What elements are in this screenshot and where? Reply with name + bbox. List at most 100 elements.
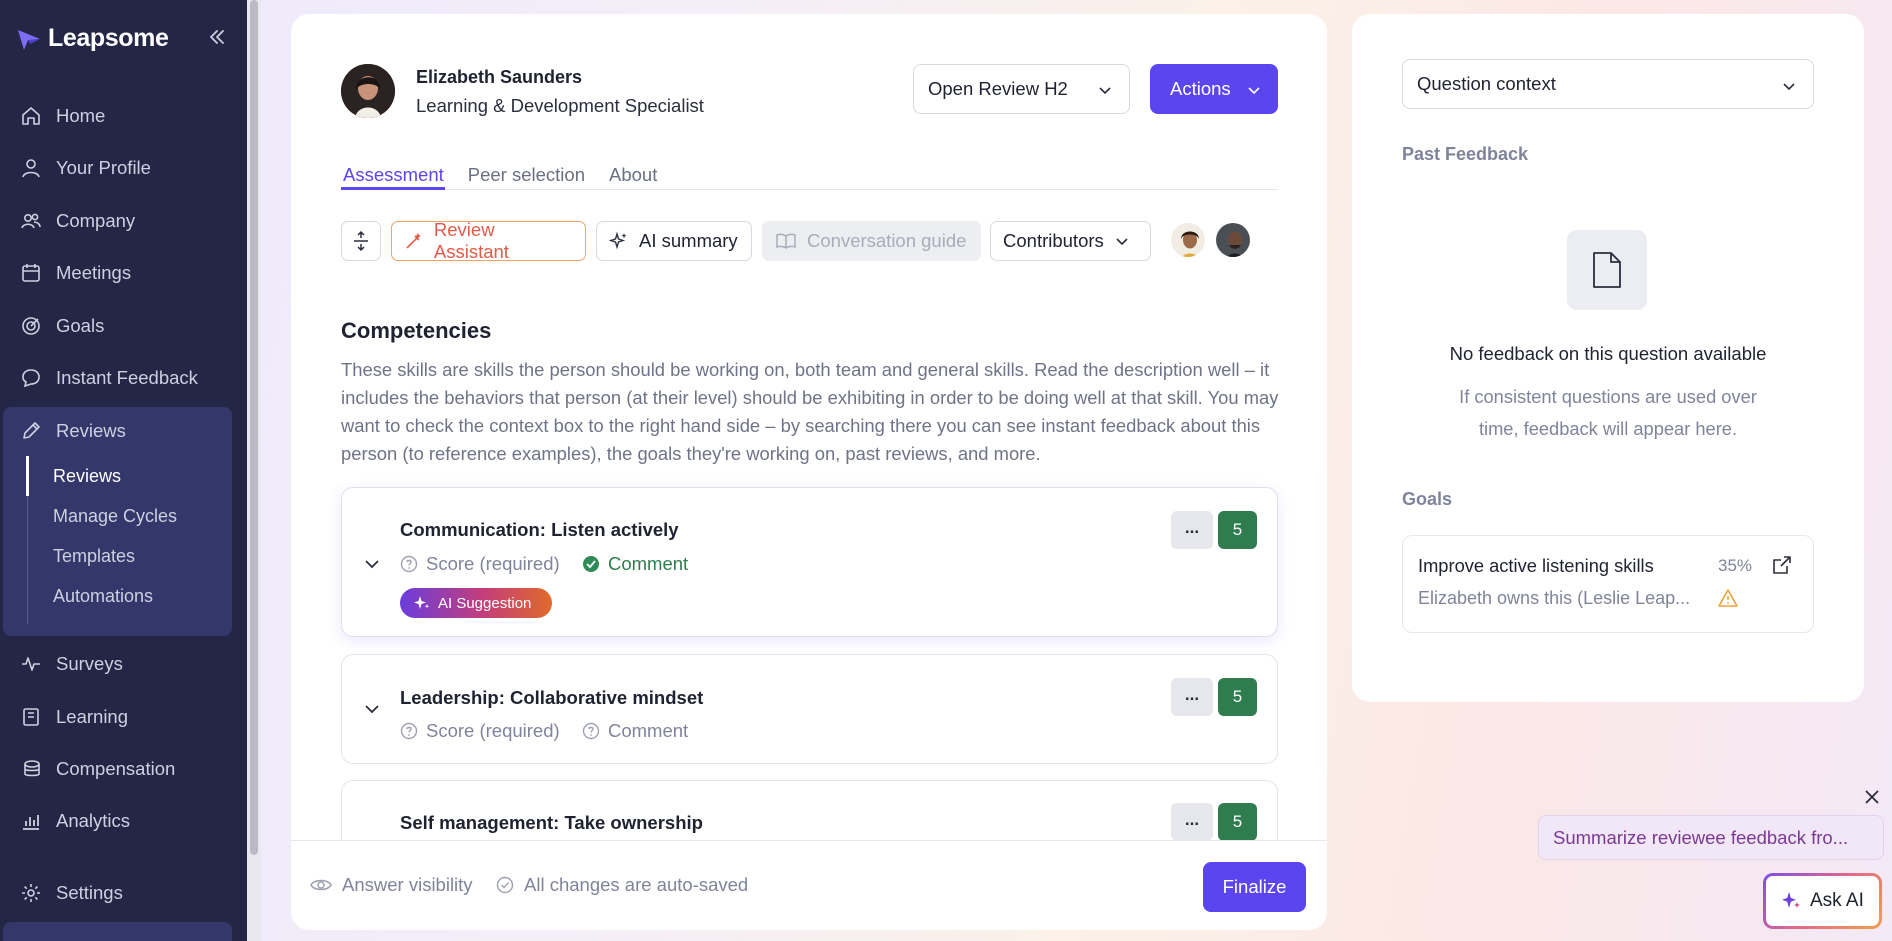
sidebar-item-instant-feedback[interactable]: Instant Feedback [20, 358, 230, 398]
more-options-button[interactable]: ... [1171, 511, 1213, 549]
chevron-down-icon[interactable] [362, 699, 382, 719]
review-footer: Answer visibility All changes are auto-s… [291, 840, 1327, 930]
chevron-down-icon[interactable] [362, 554, 382, 574]
score-badge: 5 [1218, 678, 1257, 716]
brand-name: Leapsome [48, 24, 169, 52]
close-icon[interactable] [1862, 787, 1882, 807]
contributors-label: Contributors [1003, 230, 1104, 251]
sidebar-item-label: Goals [56, 315, 105, 336]
answer-visibility-button[interactable]: Answer visibility [310, 874, 473, 896]
score-status[interactable]: Score (required) [400, 553, 560, 575]
subnav-item-manage-cycles[interactable]: Manage Cycles [53, 506, 177, 527]
book-icon [23, 708, 39, 726]
sidebar-item-label: Compensation [56, 758, 176, 779]
sidebar-item-meetings[interactable]: Meetings [20, 253, 230, 293]
check-circle-icon [583, 556, 599, 572]
sidebar-item-company[interactable]: Company [20, 201, 230, 241]
sidebar-item-settings[interactable]: Settings [20, 873, 230, 913]
comment-status[interactable]: Comment [582, 720, 688, 742]
score-label: Score (required) [426, 720, 560, 741]
sidebar: Leapsome Home Your Profile Company Meeti… [0, 0, 247, 941]
sidebar-item-learning[interactable]: Learning [20, 697, 230, 737]
sidebar-item-surveys[interactable]: Surveys [20, 644, 230, 684]
score-badge: 5 [1218, 511, 1257, 549]
sidebar-item-label: Home [56, 105, 106, 126]
competency-card[interactable]: Leadership: Collaborative mindset Score … [341, 654, 1278, 764]
chart-icon [23, 815, 39, 830]
tabs-divider [341, 189, 1278, 190]
user-icon [22, 159, 40, 178]
tab-peer-selection[interactable]: Peer selection [468, 164, 585, 186]
users-icon [21, 213, 41, 229]
tab-about[interactable]: About [609, 164, 657, 186]
context-panel: Question context Past Feedback No feedba… [1352, 14, 1864, 702]
subnav-active-indicator [26, 456, 29, 496]
empty-state-title: No feedback on this question available [1449, 343, 1767, 364]
person-name: Elizabeth Saunders [416, 67, 583, 87]
contributor-avatar[interactable] [1169, 221, 1207, 259]
review-assistant-button[interactable]: Review Assistant [391, 219, 586, 262]
calendar-icon [22, 264, 40, 282]
sidebar-item-your-profile[interactable]: Your Profile [20, 148, 230, 188]
check-circle-outline-icon [496, 876, 514, 894]
ai-suggestion-badge[interactable]: AI Suggestion [400, 588, 552, 618]
ai-summary-label: AI summary [639, 230, 738, 251]
warning-icon [1718, 589, 1738, 607]
external-link-icon[interactable] [1771, 554, 1793, 576]
actions-label: Actions [1170, 78, 1231, 99]
avatar [341, 64, 395, 118]
tab-assessment[interactable]: Assessment [343, 164, 444, 186]
goal-card[interactable]: Improve active listening skills 35% Eliz… [1402, 535, 1814, 633]
question-circle-icon [400, 722, 418, 740]
magic-wand-icon [406, 233, 421, 249]
subnav-item-templates[interactable]: Templates [53, 546, 135, 567]
comment-status[interactable]: Comment [582, 553, 688, 575]
subnav-item-reviews[interactable]: Reviews [53, 466, 121, 487]
sidebar-scrollbar[interactable] [247, 0, 261, 941]
section-description: These skills are skills the person shoul… [341, 359, 1279, 464]
autosave-label: All changes are auto-saved [524, 874, 749, 895]
empty-state-description: If consistent questions are used over ti… [1459, 386, 1757, 439]
competency-card[interactable]: Communication: Listen actively Score (re… [341, 487, 1278, 637]
sidebar-item-reviews[interactable]: Reviews [20, 411, 230, 451]
sidebar-item-label: Your Profile [56, 157, 151, 178]
review-cycle-select[interactable]: Open Review H2 [913, 64, 1130, 114]
pulse-icon [22, 657, 40, 671]
collapse-sidebar-icon[interactable] [206, 26, 228, 48]
ai-prompt-suggestion[interactable]: Summarize reviewee feedback fro... [1538, 815, 1884, 860]
ask-ai-button[interactable]: Ask AI [1763, 873, 1882, 929]
brand-logo[interactable]: Leapsome [16, 24, 169, 53]
subnav-item-automations[interactable]: Automations [53, 586, 153, 607]
actions-button[interactable]: Actions [1150, 64, 1278, 114]
more-options-button[interactable]: ... [1171, 678, 1213, 716]
expand-collapse-button[interactable] [341, 221, 381, 261]
sidebar-item-compensation[interactable]: Compensation [20, 749, 230, 789]
conversation-guide-label: Conversation guide [807, 230, 967, 251]
more-options-button[interactable]: ... [1171, 803, 1213, 841]
contributors-dropdown[interactable]: Contributors [990, 221, 1151, 261]
sidebar-item-analytics[interactable]: Analytics [20, 801, 230, 841]
sidebar-item-goals[interactable]: Goals [20, 306, 230, 346]
contributor-avatar[interactable] [1214, 221, 1252, 259]
question-context-select[interactable]: Question context [1402, 59, 1814, 109]
sidebar-bottom-item[interactable] [3, 922, 232, 941]
book-open-icon [776, 233, 796, 249]
review-tabs: Assessment Peer selection About [343, 164, 657, 186]
sidebar-item-home[interactable]: Home [20, 96, 230, 136]
sparkle-icon [1782, 892, 1800, 908]
question-circle-icon [582, 722, 600, 740]
question-circle-icon [400, 555, 418, 573]
scrollbar-thumb[interactable] [250, 0, 258, 855]
conversation-guide-button[interactable]: Conversation guide [762, 221, 981, 261]
sidebar-item-label: Company [56, 210, 136, 231]
ai-suggestion-label: AI Suggestion [438, 594, 532, 612]
sparkle-icon [609, 231, 627, 250]
sidebar-item-label: Surveys [56, 653, 123, 674]
ai-summary-button[interactable]: AI summary [596, 221, 752, 261]
gear-icon [22, 884, 40, 902]
score-status[interactable]: Score (required) [400, 720, 560, 742]
score-label: Score (required) [426, 553, 560, 574]
competency-title: Self management: Take ownership [400, 812, 703, 833]
chevron-down-icon [1248, 87, 1260, 95]
finalize-button[interactable]: Finalize [1203, 862, 1306, 912]
